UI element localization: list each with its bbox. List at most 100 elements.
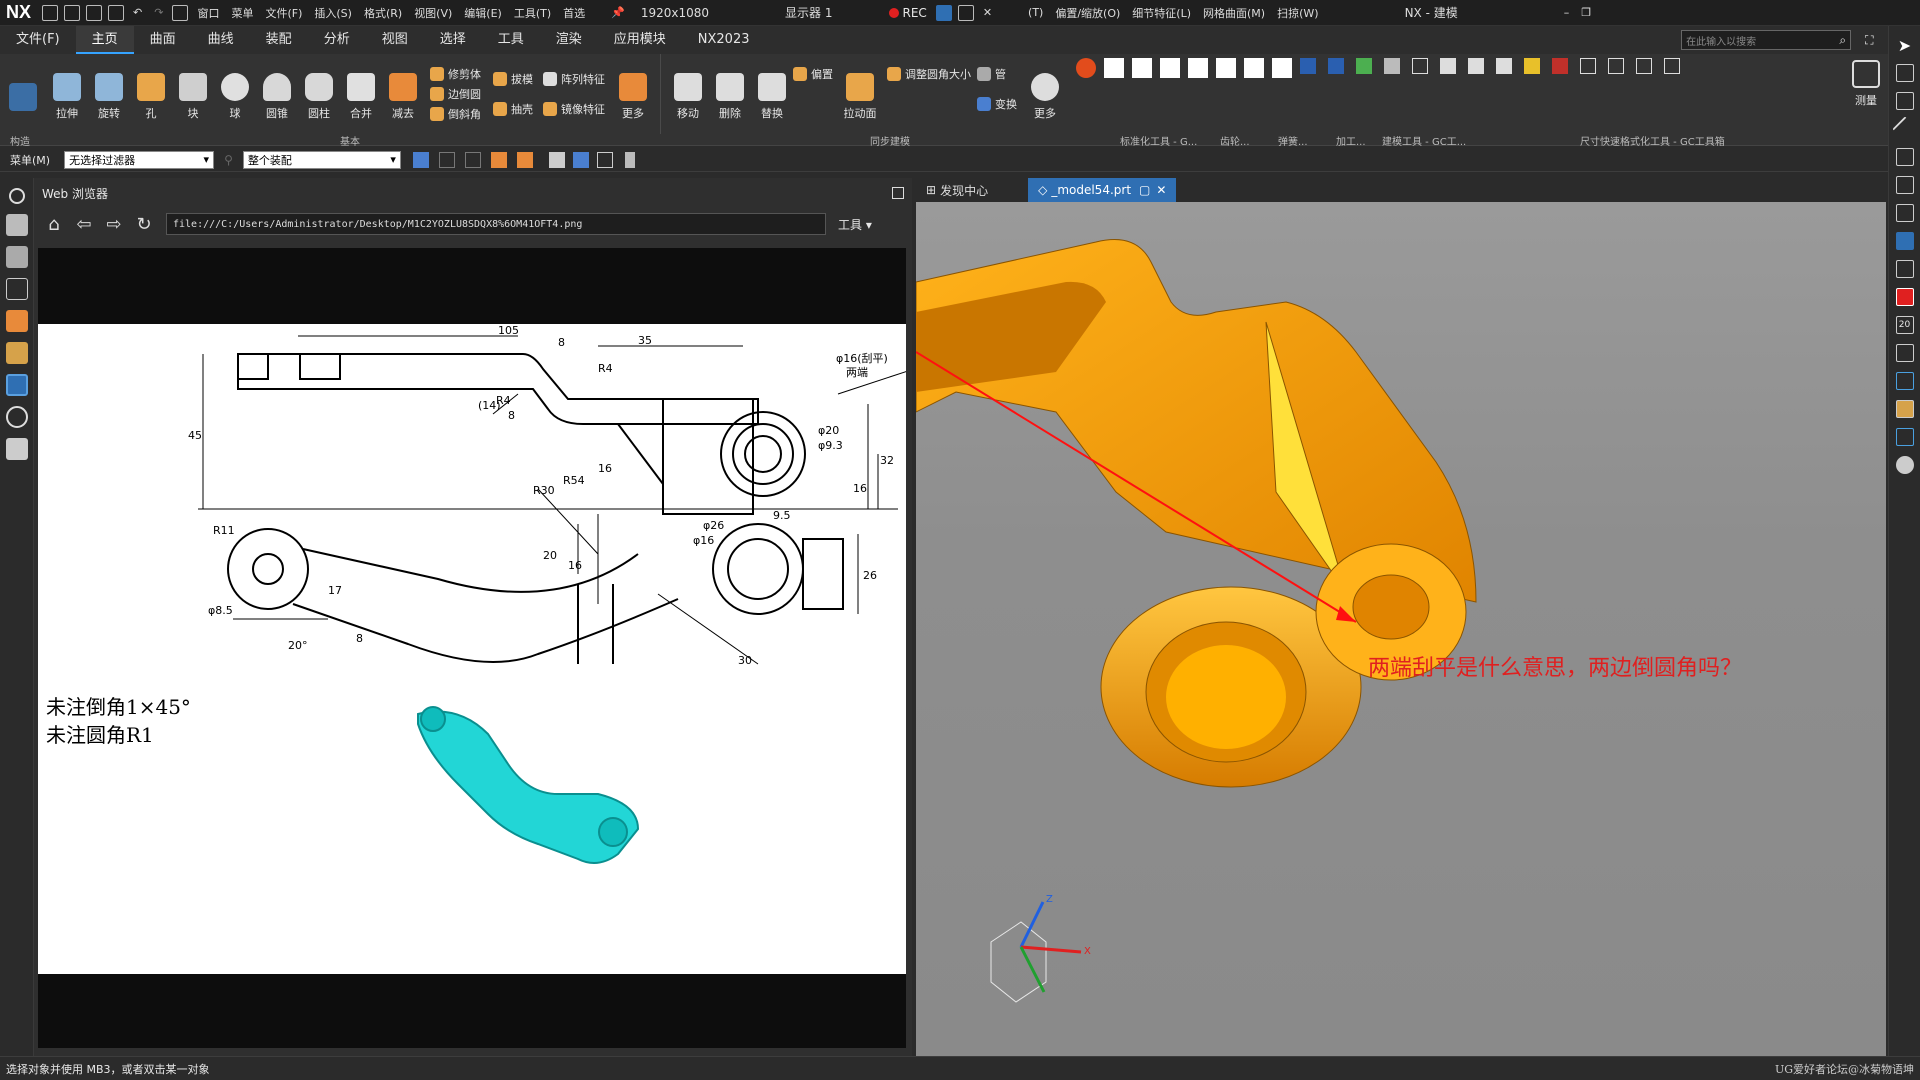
menu-button[interactable]: 菜单(M): [10, 152, 50, 168]
gc-tool-icon-1[interactable]: [1524, 58, 1540, 74]
eraser-icon[interactable]: [1895, 204, 1914, 222]
pencil-icon[interactable]: [1895, 64, 1914, 82]
open-file-icon[interactable]: [64, 4, 81, 21]
gc-tool-icon-6[interactable]: [1664, 58, 1680, 74]
std-tool-icon-1[interactable]: [1300, 58, 1316, 74]
tab-render[interactable]: 渲染: [540, 26, 598, 54]
sphere-button[interactable]: 球: [215, 67, 255, 121]
std-tool-icon-4[interactable]: [1384, 58, 1400, 74]
search-box[interactable]: 在此输入以搜索 ⌕: [1681, 30, 1852, 50]
width-icon[interactable]: [1895, 344, 1914, 362]
move-face-button[interactable]: 移动: [668, 67, 708, 121]
menu-main[interactable]: 菜单: [231, 5, 253, 21]
size-icon[interactable]: 20: [1895, 316, 1914, 334]
pen-icon[interactable]: [935, 4, 952, 21]
mirror-feature-button[interactable]: 镜像特征: [543, 99, 605, 119]
revolve-button[interactable]: 旋转: [89, 67, 129, 121]
color-swatch-icon[interactable]: [1895, 288, 1914, 306]
subtract-button[interactable]: 减去: [383, 67, 423, 121]
std-tool-icon-6[interactable]: [1468, 58, 1484, 74]
clear-icon[interactable]: [1895, 260, 1914, 278]
history-icon[interactable]: [5, 406, 28, 428]
group-label-modeling-tool[interactable]: 建模工具 - GC工...: [1382, 133, 1580, 148]
save-icon[interactable]: [86, 4, 103, 21]
menu-file[interactable]: 文件(F): [265, 5, 302, 21]
menu-mesh-surface[interactable]: 网格曲面(M): [1203, 5, 1265, 21]
filter-reset-icon[interactable]: ⚲: [224, 153, 233, 167]
menu-offset-scale[interactable]: 偏置/缩放(O): [1055, 5, 1120, 21]
ime-moon-icon[interactable]: [1132, 58, 1152, 78]
block-button[interactable]: 块: [173, 67, 213, 121]
ime-tool-icon[interactable]: [1272, 58, 1292, 78]
tab-nx2023[interactable]: NX2023: [682, 26, 766, 54]
reuse-library-icon[interactable]: [5, 310, 28, 332]
group-label-dim-format[interactable]: 尺寸快速格式化工具 - GC工具箱: [1580, 133, 1725, 148]
delete-face-button[interactable]: 删除: [710, 67, 750, 121]
tab-surface[interactable]: 曲面: [134, 26, 192, 54]
menu-tools[interactable]: 工具(T): [514, 5, 551, 21]
tools-menu[interactable]: 工具 ▾: [838, 216, 872, 233]
system-material-icon[interactable]: [5, 438, 28, 460]
measure-button[interactable]: 测量: [1846, 54, 1886, 108]
menu-edit[interactable]: 编辑(E): [464, 5, 502, 21]
offset-button[interactable]: 偏置: [793, 64, 833, 84]
std-tool-icon-7[interactable]: [1496, 58, 1512, 74]
menu-sweep[interactable]: 扫掠(W): [1277, 5, 1318, 21]
part-navigator-icon[interactable]: [5, 214, 28, 236]
triangle-icon[interactable]: [1412, 58, 1428, 74]
group-label-gear[interactable]: 齿轮...: [1220, 133, 1278, 148]
scope-select[interactable]: 整个装配 ▾: [242, 150, 401, 169]
menu-t[interactable]: (T): [1028, 6, 1043, 19]
text-icon[interactable]: [1895, 232, 1914, 250]
tab-tools[interactable]: 工具: [482, 26, 540, 54]
arrow-draw-icon[interactable]: [1895, 148, 1914, 166]
draw-icon[interactable]: [957, 4, 974, 21]
menu-preferences[interactable]: 首选: [563, 5, 585, 21]
tab-assembly[interactable]: 装配: [250, 26, 308, 54]
tab-discovery-center[interactable]: ⊞ 发现中心: [916, 178, 998, 202]
back-icon[interactable]: ⇦: [72, 212, 96, 236]
chamfer-button[interactable]: 倒斜角: [430, 104, 481, 124]
maximize-icon[interactable]: [892, 187, 904, 199]
transform-button[interactable]: 变换: [977, 94, 1017, 114]
std-tool-icon-3[interactable]: [1356, 58, 1372, 74]
graphics-window[interactable]: Z X 两端刮平是什么意思，两边倒圆角吗？: [915, 202, 1886, 1056]
search-input[interactable]: 在此输入以搜索: [1686, 33, 1756, 48]
resize-blend-button[interactable]: 调整圆角大小: [887, 64, 971, 84]
tab-view[interactable]: 视图: [366, 26, 424, 54]
web-browser-icon[interactable]: [5, 374, 28, 396]
marker-icon[interactable]: [1895, 92, 1914, 110]
menu-insert[interactable]: 插入(S): [314, 5, 352, 21]
close-overlay-icon[interactable]: ✕: [983, 6, 992, 19]
orange-part[interactable]: [915, 239, 1477, 788]
tab-file[interactable]: 文件(F): [0, 26, 76, 54]
more-sync-button[interactable]: 更多: [1025, 67, 1065, 121]
assembly-navigator-icon[interactable]: [5, 246, 28, 268]
tool-icon-1[interactable]: [1895, 400, 1914, 418]
snap-icon-3[interactable]: [464, 151, 481, 168]
gc-tool-icon-5[interactable]: [1636, 58, 1652, 74]
select-arrow-icon[interactable]: ➤: [1896, 36, 1914, 55]
snap-icon-2[interactable]: [438, 151, 455, 168]
ime-punct-icon[interactable]: [1160, 58, 1180, 78]
gc-tool-icon-3[interactable]: [1580, 58, 1596, 74]
menu-detail-feature[interactable]: 细节特征(L): [1132, 5, 1191, 21]
tool-icon-3[interactable]: [1895, 456, 1914, 474]
hide-icon[interactable]: [596, 151, 613, 168]
tab-home[interactable]: 主页: [75, 26, 134, 54]
layer-icon[interactable]: [624, 151, 635, 168]
gear-icon[interactable]: [8, 188, 25, 204]
constraint-navigator-icon[interactable]: [5, 278, 28, 300]
menu-view[interactable]: 视图(V): [414, 5, 452, 21]
pattern-feature-button[interactable]: 阵列特征: [543, 69, 605, 89]
search-icon[interactable]: ⌕: [1839, 33, 1846, 48]
tube-button[interactable]: 管: [977, 64, 1017, 84]
save-as-icon[interactable]: [108, 4, 125, 21]
cylinder-button[interactable]: 圆柱: [299, 67, 339, 121]
sketch-button[interactable]: [1, 77, 45, 111]
ime-keyboard-icon[interactable]: [1188, 58, 1208, 78]
new-file-icon[interactable]: [42, 4, 59, 21]
menu-window[interactable]: 窗口: [197, 5, 219, 21]
tab-pin-icon[interactable]: ▢: [1139, 183, 1150, 197]
rectangle-icon[interactable]: [1895, 176, 1914, 194]
